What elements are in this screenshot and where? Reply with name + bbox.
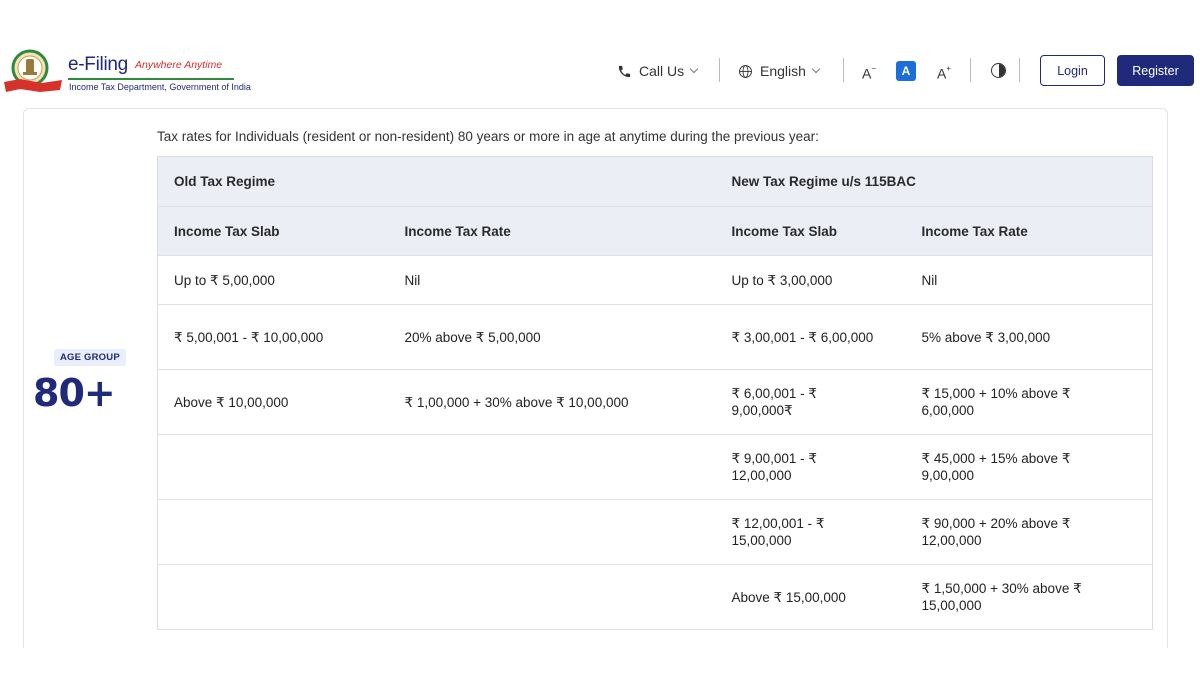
table-row: Above ₹ 15,00,000 ₹ 1,50,000 + 30% above… xyxy=(157,564,1153,630)
brand-title: e-Filing xyxy=(68,54,128,75)
table-row: Up to ₹ 5,00,000 Nil Up to ₹ 3,00,000 Ni… xyxy=(157,255,1153,305)
site-header: e-Filing Anywhere Anytime Income Tax Dep… xyxy=(0,38,1200,100)
language-label: English xyxy=(760,63,806,79)
age-group-value: 80+ xyxy=(33,371,116,415)
table-cell: ₹ 3,00,001 - ₹ 6,00,000 xyxy=(715,304,906,370)
language-selector[interactable]: English xyxy=(738,56,821,86)
table-cell: ₹ 45,000 + 15% above ₹ 9,00,000 xyxy=(905,434,1153,500)
table-cell: ₹ 15,000 + 10% above ₹ 6,00,000 xyxy=(905,369,1153,435)
table-cell: ₹ 12,00,001 - ₹ 15,00,000 xyxy=(715,499,906,565)
efiling-logo[interactable]: e-Filing Anywhere Anytime Income Tax Dep… xyxy=(0,44,251,94)
table-cell xyxy=(157,434,389,500)
table-cell: ₹ 90,000 + 20% above ₹ 12,00,000 xyxy=(905,499,1153,565)
column-header: Income Tax Rate xyxy=(905,206,1153,256)
table-row: Above ₹ 10,00,000 ₹ 1,00,000 + 30% above… xyxy=(157,369,1153,435)
tax-rate-card: AGE GROUP 80+ Tax rates for Individuals … xyxy=(23,108,1168,648)
chevron-down-icon xyxy=(811,64,821,74)
table-cell: Nil xyxy=(905,255,1153,305)
table-description: Tax rates for Individuals (resident or n… xyxy=(157,129,819,144)
table-cell xyxy=(388,434,716,500)
brand-subtitle: Income Tax Department, Government of Ind… xyxy=(69,82,251,92)
phone-icon xyxy=(618,65,631,77)
table-cell: ₹ 1,00,000 + 30% above ₹ 10,00,000 xyxy=(388,369,716,435)
table-cell: Nil xyxy=(388,255,716,305)
font-default-label: A xyxy=(901,64,911,78)
call-us-label: Call Us xyxy=(639,63,685,79)
font-decrease-button[interactable]: A− xyxy=(859,61,879,82)
table-row: ₹ 9,00,001 - ₹ 12,00,000 ₹ 45,000 + 15% … xyxy=(157,434,1153,500)
divider xyxy=(843,58,844,82)
table-cell xyxy=(388,499,716,565)
column-header: Income Tax Slab xyxy=(715,206,906,256)
table-row: ₹ 12,00,001 - ₹ 15,00,000 ₹ 90,000 + 20%… xyxy=(157,499,1153,565)
table-cell: ₹ 9,00,001 - ₹ 12,00,000 xyxy=(715,434,906,500)
column-header: Income Tax Rate xyxy=(388,206,716,256)
table-cell xyxy=(157,499,389,565)
divider xyxy=(719,58,720,82)
call-us-menu[interactable]: Call Us xyxy=(617,56,699,86)
login-button[interactable]: Login xyxy=(1040,55,1105,86)
minus-icon: − xyxy=(871,64,876,73)
font-decrease-label: A xyxy=(861,65,872,82)
table-cell: ₹ 6,00,001 - ₹ 9,00,000₹ xyxy=(715,369,906,435)
table-cell: Above ₹ 10,00,000 xyxy=(157,369,389,435)
column-header-row: Income Tax Slab Income Tax Rate Income T… xyxy=(157,206,1153,256)
brand-tagline: Anywhere Anytime xyxy=(135,59,223,71)
tax-rate-table: Old Tax Regime New Tax Regime u/s 115BAC… xyxy=(157,156,1154,630)
table-cell xyxy=(388,564,716,630)
table-cell: Up to ₹ 3,00,000 xyxy=(715,255,906,305)
contrast-toggle-icon[interactable] xyxy=(991,63,1006,78)
table-cell: Above ₹ 15,00,000 xyxy=(715,564,906,630)
column-header: Income Tax Slab xyxy=(157,206,389,256)
divider xyxy=(970,58,971,82)
table-cell: 5% above ₹ 3,00,000 xyxy=(905,304,1153,370)
font-default-button[interactable]: A xyxy=(896,61,916,81)
font-increase-label: A xyxy=(936,65,947,82)
old-regime-header: Old Tax Regime xyxy=(157,156,716,207)
table-cell: 20% above ₹ 5,00,000 xyxy=(388,304,716,370)
globe-icon xyxy=(739,64,752,78)
regime-header-row: Old Tax Regime New Tax Regime u/s 115BAC xyxy=(157,156,1153,207)
table-row: ₹ 5,00,001 - ₹ 10,00,000 20% above ₹ 5,0… xyxy=(157,304,1153,370)
brand-divider xyxy=(68,78,234,80)
emblem-icon xyxy=(4,49,62,92)
table-cell: ₹ 5,00,001 - ₹ 10,00,000 xyxy=(157,304,389,370)
table-cell: ₹ 1,50,000 + 30% above ₹ 15,00,000 xyxy=(905,564,1153,630)
font-increase-button[interactable]: A+ xyxy=(934,61,954,82)
divider xyxy=(1019,58,1020,82)
new-regime-header: New Tax Regime u/s 115BAC xyxy=(715,156,1153,207)
table-cell: Up to ₹ 5,00,000 xyxy=(157,255,389,305)
plus-icon: + xyxy=(946,64,951,73)
table-cell xyxy=(157,564,389,630)
age-group-badge: AGE GROUP xyxy=(54,349,126,366)
chevron-down-icon xyxy=(689,64,699,74)
register-button[interactable]: Register xyxy=(1117,55,1194,86)
